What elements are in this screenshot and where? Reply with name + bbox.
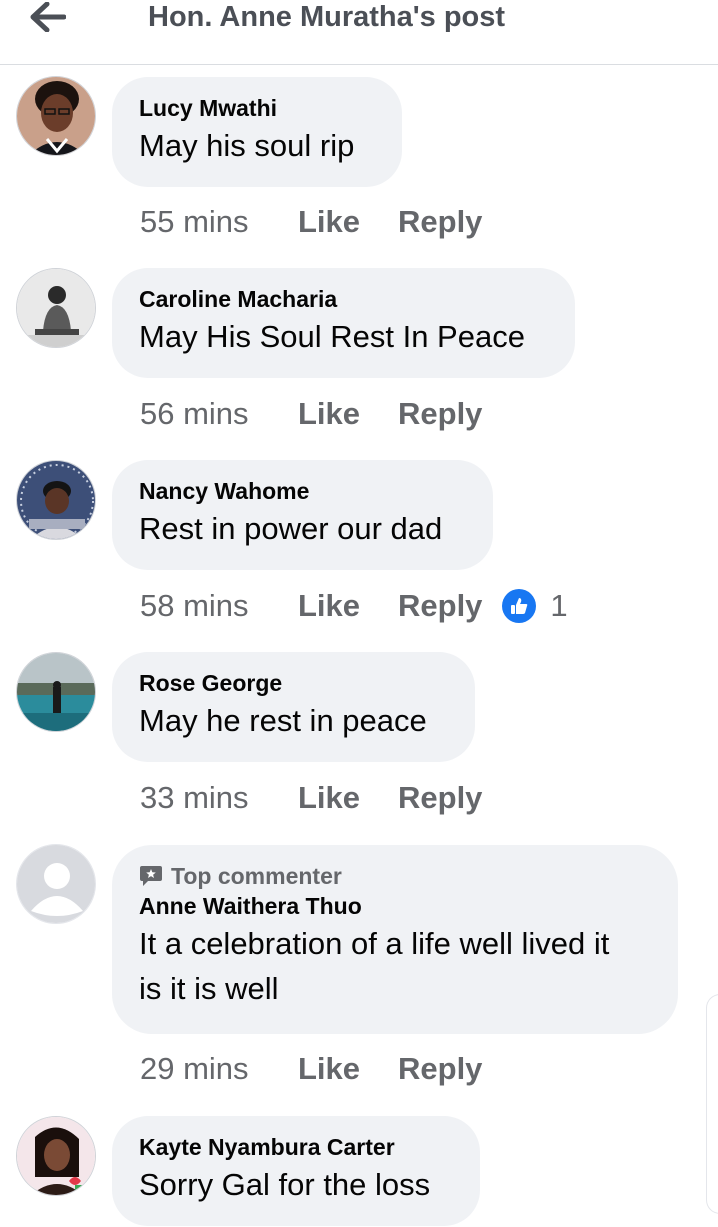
reply-button[interactable]: Reply: [398, 1051, 482, 1087]
comment-item: Rose George May he rest in peace 33 mins…: [0, 640, 718, 832]
comment-item: Lucy Mwathi May his soul rip 55 mins Lik…: [0, 64, 718, 256]
avatar[interactable]: [16, 460, 96, 540]
scroll-indicator[interactable]: [706, 994, 718, 1214]
comment-author[interactable]: Kayte Nyambura Carter: [139, 1132, 452, 1162]
comment-bubble[interactable]: Lucy Mwathi May his soul rip: [112, 77, 402, 187]
top-commenter-badge: Top commenter: [139, 861, 650, 891]
comment-bubble[interactable]: Rose George May he rest in peace: [112, 652, 475, 762]
comment-time[interactable]: 29 mins: [140, 1051, 298, 1087]
comment-author[interactable]: Anne Waithera Thuo: [139, 891, 650, 921]
default-avatar-icon: [17, 845, 95, 923]
comment-author[interactable]: Caroline Macharia: [139, 284, 547, 314]
avatar[interactable]: [16, 268, 96, 348]
comment-item: Caroline Macharia May His Soul Rest In P…: [0, 256, 718, 448]
like-reaction-icon: [502, 589, 537, 623]
comment-bubble[interactable]: Top commenter Anne Waithera Thuo It a ce…: [112, 845, 678, 1034]
comment-bubble[interactable]: Caroline Macharia May His Soul Rest In P…: [112, 268, 575, 378]
comment-author[interactable]: Lucy Mwathi: [139, 93, 374, 123]
reaction-count: 1: [550, 588, 568, 623]
comment-time[interactable]: 58 mins: [140, 588, 298, 624]
comment-actions: 29 mins Like Reply: [140, 1047, 482, 1091]
reply-button[interactable]: Reply: [398, 396, 482, 432]
like-button[interactable]: Like: [298, 204, 398, 240]
comment-item: Top commenter Anne Waithera Thuo It a ce…: [0, 832, 718, 1118]
avatar[interactable]: [16, 76, 96, 156]
avatar[interactable]: [16, 652, 96, 732]
comment-author[interactable]: Nancy Wahome: [139, 476, 465, 506]
back-button[interactable]: [22, 0, 74, 34]
avatar-photo: [17, 77, 95, 155]
comment-text: Sorry Gal for the loss: [139, 1167, 431, 1202]
avatar-photo: [17, 461, 95, 539]
avatar-photo: [17, 1117, 95, 1195]
like-button[interactable]: Like: [298, 780, 398, 816]
comment-bubble[interactable]: Kayte Nyambura Carter Sorry Gal for the …: [112, 1116, 480, 1226]
reply-button[interactable]: Reply: [398, 780, 482, 816]
comment-text: May he rest in peace: [139, 703, 427, 738]
like-button[interactable]: Like: [298, 588, 398, 624]
comment-text: May his soul rip: [139, 128, 355, 163]
badge-label: Top commenter: [171, 863, 342, 889]
page-title: Hon. Anne Muratha's post: [148, 1, 506, 33]
comment-item: Kayte Nyambura Carter Sorry Gal for the …: [0, 1104, 718, 1227]
comment-time[interactable]: 55 mins: [140, 204, 298, 240]
comment-text-line: is it is well: [139, 971, 279, 1006]
comment-actions: 33 mins Like Reply: [140, 776, 482, 820]
header-bar: Hon. Anne Muratha's post: [0, 0, 718, 65]
comment-time[interactable]: 33 mins: [140, 780, 298, 816]
avatar-photo: [17, 269, 95, 347]
comment-author[interactable]: Rose George: [139, 668, 447, 698]
reaction-summary[interactable]: 1: [502, 588, 568, 624]
arrow-left-icon: [30, 2, 66, 32]
comment-item: Nancy Wahome Rest in power our dad 58 mi…: [0, 448, 718, 640]
comment-bubble[interactable]: Nancy Wahome Rest in power our dad: [112, 460, 493, 570]
like-button[interactable]: Like: [298, 396, 398, 432]
reply-button[interactable]: Reply: [398, 588, 482, 624]
reply-button[interactable]: Reply: [398, 204, 482, 240]
like-button[interactable]: Like: [298, 1051, 398, 1087]
comment-actions: 56 mins Like Reply: [140, 392, 482, 436]
avatar[interactable]: [16, 844, 96, 924]
comment-text: Rest in power our dad: [139, 511, 443, 546]
comment-actions: 55 mins Like Reply: [140, 200, 482, 244]
comment-time[interactable]: 56 mins: [140, 396, 298, 432]
avatar[interactable]: [16, 1116, 96, 1196]
top-commenter-icon: [140, 866, 162, 886]
comment-actions: 58 mins Like Reply 1: [140, 584, 568, 628]
comment-text: May His Soul Rest In Peace: [139, 319, 525, 354]
comment-text-line: It a celebration of a life well lived it: [139, 926, 610, 961]
avatar-photo: [17, 653, 95, 731]
